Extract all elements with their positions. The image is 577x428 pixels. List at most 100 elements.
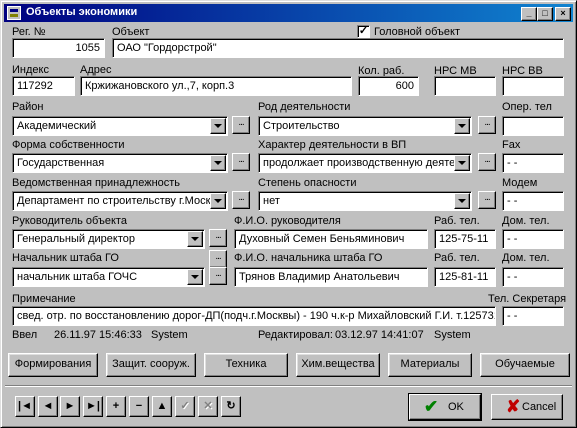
- district-combo[interactable]: Академический: [12, 116, 228, 136]
- modem-label: Модем: [502, 177, 538, 189]
- ownership-label: Форма собственности: [12, 139, 125, 151]
- go-chief-label: Начальник штаба ГО: [12, 252, 119, 264]
- modem-field[interactable]: - -: [502, 191, 564, 211]
- home-tel-field[interactable]: - -: [502, 229, 564, 249]
- activity-label: Род деятельности: [258, 101, 351, 113]
- address-label: Адрес: [80, 64, 112, 76]
- minimize-button[interactable]: _: [521, 7, 537, 21]
- title-bar[interactable]: Объекты экономики _ □ ×: [4, 4, 573, 22]
- cancel-label: Cancel: [522, 401, 557, 413]
- chevron-down-icon[interactable]: [454, 155, 470, 171]
- activity-char-value: продолжает производственную деятель: [263, 157, 468, 169]
- activity-value: Строительство: [263, 120, 340, 132]
- note-label: Примечание: [12, 293, 76, 305]
- ownership-combo[interactable]: Государственная: [12, 153, 228, 173]
- entered-user: System: [151, 329, 188, 341]
- cancel-button[interactable]: ✘ Cancel: [491, 394, 563, 420]
- refresh-icon[interactable]: ↻: [221, 396, 241, 417]
- ok-button[interactable]: ✔ OK: [408, 393, 482, 421]
- object-label: Объект: [112, 26, 150, 38]
- department-browse-button[interactable]: ...: [232, 191, 250, 209]
- materials-button[interactable]: Материалы: [388, 353, 472, 377]
- window-title: Объекты экономики: [26, 6, 138, 18]
- close-button[interactable]: ×: [555, 7, 571, 21]
- edited-label: Редактировал:: [258, 329, 333, 341]
- district-value: Академический: [17, 120, 97, 132]
- ownership-value: Государственная: [17, 157, 105, 169]
- workers-field[interactable]: 600: [358, 76, 419, 96]
- chevron-down-icon[interactable]: [210, 193, 226, 209]
- post-icon: ✓: [175, 396, 195, 417]
- activity-char-label: Характер деятельности в ВП: [258, 139, 407, 151]
- fax-field[interactable]: - -: [502, 153, 564, 173]
- chevron-down-icon[interactable]: [454, 118, 470, 134]
- edited-date: 03.12.97 14:41:07: [335, 329, 424, 341]
- reg-no-field[interactable]: 1055: [12, 38, 105, 58]
- last-icon[interactable]: ►|: [83, 396, 103, 417]
- activity-browse-button[interactable]: ...: [478, 116, 496, 134]
- chevron-down-icon[interactable]: [210, 155, 226, 171]
- secretary-tel-field[interactable]: - -: [502, 306, 564, 326]
- equipment-button[interactable]: Техника: [204, 353, 288, 377]
- work-tel2-label: Раб. тел.: [434, 252, 480, 264]
- check-icon: ✔: [424, 397, 439, 416]
- hrs-mv-field[interactable]: [434, 76, 496, 96]
- prior-icon[interactable]: ◄: [38, 396, 58, 417]
- go-chief-value: начальник штаба ГОЧС: [17, 271, 138, 283]
- insert-icon[interactable]: +: [106, 396, 126, 417]
- edit-icon[interactable]: ▲: [152, 396, 172, 417]
- danger-value: нет: [263, 195, 280, 207]
- ownership-browse-button[interactable]: ...: [232, 153, 250, 171]
- first-icon[interactable]: |◄: [15, 396, 35, 417]
- go-chief-name-label: Ф.И.О. начальника штаба ГО: [234, 252, 383, 264]
- department-label: Ведомственная принадлежность: [12, 177, 181, 189]
- reg-no-label: Рег. №: [12, 26, 46, 38]
- activity-char-combo[interactable]: продолжает производственную деятель: [258, 153, 472, 173]
- chevron-down-icon[interactable]: [187, 269, 203, 285]
- chevron-down-icon[interactable]: [210, 118, 226, 134]
- shelters-button[interactable]: Защит. сооруж.: [106, 353, 196, 377]
- head-object-label: Головной объект: [374, 26, 461, 38]
- activity-combo[interactable]: Строительство: [258, 116, 472, 136]
- department-combo[interactable]: Департамент по строительству г.Москвы: [12, 191, 228, 211]
- hrs-vv-field[interactable]: [502, 76, 564, 96]
- go-chief-name-field[interactable]: Трянов Владимир Анатольевич: [234, 267, 428, 287]
- object-field[interactable]: ОАО "Гордорстрой": [112, 38, 564, 58]
- manager-browse-button[interactable]: ...: [209, 229, 227, 247]
- activity-char-browse-button[interactable]: ...: [478, 153, 496, 171]
- entered-label: Ввел: [12, 329, 38, 341]
- oper-tel-field[interactable]: [502, 116, 564, 136]
- formations-button[interactable]: Формирования: [8, 353, 98, 377]
- district-browse-button[interactable]: ...: [232, 116, 250, 134]
- work-tel-field[interactable]: 125-75-11: [434, 229, 496, 249]
- go-chief-browse-button[interactable]: ...: [209, 250, 227, 268]
- fax-label: Fax: [502, 139, 521, 151]
- manager-name-field[interactable]: Духовный Семен Беньяминович: [234, 229, 428, 249]
- go-chief-browse-button-2[interactable]: ...: [209, 267, 227, 285]
- chevron-down-icon[interactable]: [454, 193, 470, 209]
- danger-combo[interactable]: нет: [258, 191, 472, 211]
- head-object-checkbox[interactable]: ✓: [357, 25, 370, 38]
- district-label: Район: [12, 101, 44, 113]
- index-field[interactable]: 117292: [12, 76, 75, 96]
- next-icon[interactable]: ►: [60, 396, 80, 417]
- app-icon: [7, 6, 21, 20]
- training-button[interactable]: Обучаемые: [480, 353, 570, 377]
- manager-combo[interactable]: Генеральный директор: [12, 229, 205, 249]
- delete-icon[interactable]: −: [129, 396, 149, 417]
- cancel-edit-icon: ✕: [198, 396, 218, 417]
- home-tel2-field[interactable]: - -: [502, 267, 564, 287]
- chemicals-button[interactable]: Хим.вещества: [296, 353, 380, 377]
- danger-browse-button[interactable]: ...: [478, 191, 496, 209]
- address-field[interactable]: Кржижановского ул.,7, корп.3: [80, 76, 352, 96]
- objects-window: Объекты экономики _ □ × Рег. № Объект ✓ …: [0, 0, 577, 428]
- secretary-tel-label: Тел. Секретаря: [488, 293, 567, 305]
- chevron-down-icon[interactable]: [187, 231, 203, 247]
- note-field[interactable]: свед. отр. по восстановлению дорог-ДП(по…: [12, 306, 496, 326]
- department-value: Департамент по строительству г.Москвы: [17, 195, 225, 207]
- work-tel2-field[interactable]: 125-81-11: [434, 267, 496, 287]
- cancel-x-icon: ✘: [506, 397, 521, 416]
- maximize-button[interactable]: □: [537, 7, 553, 21]
- go-chief-combo[interactable]: начальник штаба ГОЧС: [12, 267, 205, 287]
- entered-date: 26.11.97 15:46:33: [54, 329, 142, 341]
